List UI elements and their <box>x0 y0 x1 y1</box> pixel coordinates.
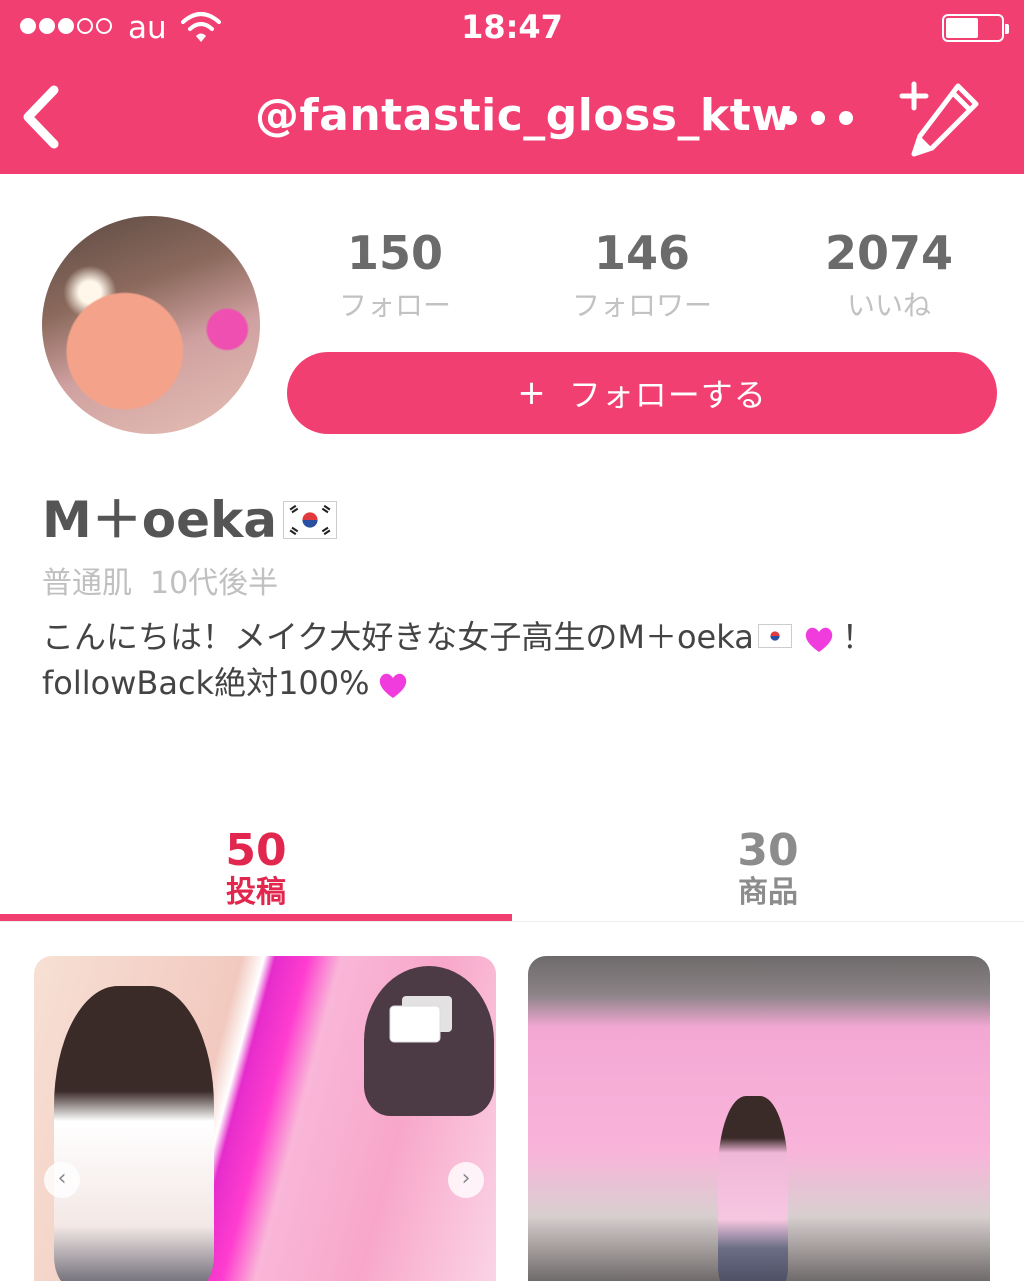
stat-likes[interactable]: 2074 いいね <box>764 226 1014 324</box>
likes-count: 2074 <box>824 226 954 280</box>
tab-products[interactable]: 30 商品 <box>512 826 1024 922</box>
profile-bio: こんにちは！メイク大好きな女子高生のM＋oeka ！ followBack絶対1… <box>42 614 1002 706</box>
following-label: フォロー <box>338 289 451 322</box>
skin-type: 普通肌 <box>42 566 132 601</box>
profile-name: M＋oeka <box>42 480 338 552</box>
bio-text-1: こんにちは！メイク大好きな女子高生のM＋oeka <box>42 618 754 656</box>
navigation-bar: @fantastic_gloss_ktw <box>0 60 1024 174</box>
battery-icon <box>942 14 1009 42</box>
bio-text-2: ！ <box>841 618 874 656</box>
carousel-prev-icon[interactable]: ‹ <box>44 1162 80 1198</box>
status-bar: au 18:47 <box>0 0 1024 60</box>
followers-label: フォロワー <box>571 289 712 322</box>
post-image-subject <box>718 1096 788 1281</box>
profile-attributes: 普通肌 10代後半 <box>42 558 278 602</box>
korea-flag-icon <box>283 500 338 539</box>
heart-icon <box>805 627 833 652</box>
post-thumbnail[interactable] <box>528 956 990 1281</box>
products-label: 商品 <box>738 875 798 910</box>
more-horizontal-icon[interactable] <box>776 98 860 138</box>
bio-text-3: followBack絶対100% <box>42 664 370 702</box>
stat-following[interactable]: 150 フォロー <box>270 226 520 324</box>
stat-followers[interactable]: 146 フォロワー <box>517 226 767 324</box>
korea-flag-icon <box>757 624 792 648</box>
following-count: 150 <box>346 226 444 280</box>
back-icon[interactable] <box>14 82 74 152</box>
posts-label: 投稿 <box>226 875 286 910</box>
tab-divider <box>0 921 1024 922</box>
age-group: 10代後半 <box>150 566 279 601</box>
content-tabs: 50 投稿 30 商品 <box>0 826 1024 926</box>
nav-title: @fantastic_gloss_ktw <box>255 90 793 141</box>
follow-button-label: フォローする <box>568 376 767 414</box>
app-header: au 18:47 @fantastic_gloss_ktw <box>0 0 1024 174</box>
carousel-next-icon[interactable]: › <box>448 1162 484 1198</box>
followers-count: 146 <box>593 226 691 280</box>
profile-stats: 150 フォロー 146 フォロワー 2074 いいね <box>270 226 1024 326</box>
profile-name-text: M＋oeka <box>42 491 278 549</box>
likes-label: いいね <box>846 289 931 322</box>
posts-count: 50 <box>225 825 287 876</box>
profile-avatar[interactable] <box>42 216 260 434</box>
pencil-add-icon[interactable] <box>888 72 988 164</box>
plus-icon: + <box>517 373 547 413</box>
status-time: 18:47 <box>461 8 563 46</box>
post-thumbnail[interactable]: ‹ › <box>34 956 496 1281</box>
battery-level <box>946 18 979 38</box>
tab-posts[interactable]: 50 投稿 <box>0 826 512 922</box>
products-count: 30 <box>737 825 799 876</box>
multiple-images-icon <box>389 996 452 1043</box>
follow-button[interactable]: + フォローする <box>287 352 997 434</box>
heart-icon <box>379 673 406 698</box>
post-image-subject <box>54 986 214 1281</box>
